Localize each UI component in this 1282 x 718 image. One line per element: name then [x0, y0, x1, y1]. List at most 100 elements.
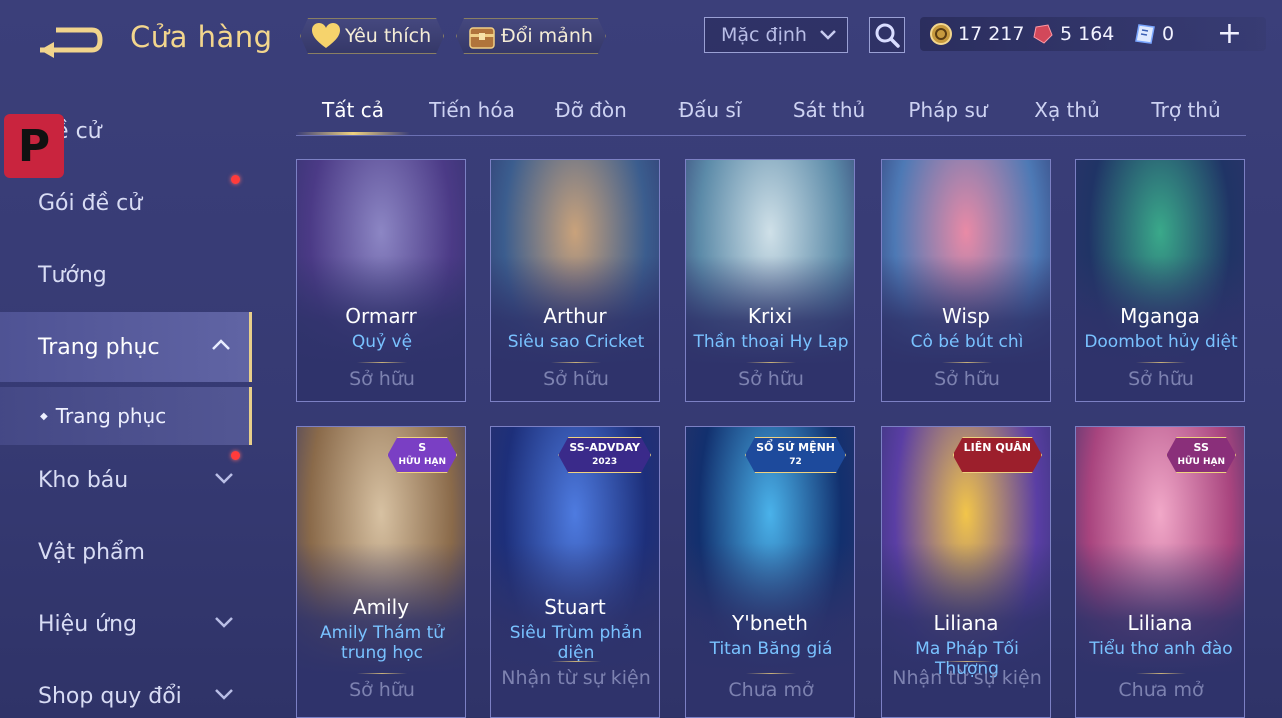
ownership-status: Sở hữu	[543, 368, 609, 390]
skin-tier-badge: SỔ SỨ MỆNH 72	[745, 437, 846, 473]
gold-currency: 17 217	[930, 17, 1024, 51]
hero-name: Liliana	[1127, 611, 1193, 635]
sidebar-subitem-label: Trang phục	[55, 404, 167, 428]
skin-tier-badge: S HỮU HẠN	[387, 437, 457, 473]
notification-dot	[231, 451, 240, 460]
tab-marksman[interactable]: Xạ thủ	[1034, 98, 1100, 122]
skin-name: Cô bé bút chì	[910, 332, 1024, 352]
tab-mage[interactable]: Pháp sư	[908, 98, 987, 122]
sidebar-item-recommended-packs[interactable]: Gói đề cử	[0, 168, 252, 238]
exchange-shards-button[interactable]: Đổi mảnh	[456, 18, 606, 54]
badge-bottom-text: HỮU HẠN	[398, 457, 446, 467]
badge-top-text: SS	[1193, 441, 1209, 454]
tab-evolution[interactable]: Tiến hóa	[429, 98, 515, 122]
hero-name: Y'bneth	[732, 611, 808, 635]
tab-assassin[interactable]: Sát thủ	[793, 98, 865, 122]
card-divider	[551, 362, 601, 363]
hero-name: Arthur	[543, 304, 607, 328]
skin-name: Quỷ vệ	[351, 332, 413, 352]
voucher-currency: 0	[1134, 17, 1174, 51]
badge-top-text: S	[418, 441, 427, 454]
currency-bar: 17 217 5 164 0 +	[920, 17, 1266, 51]
favorites-label: Yêu thích	[345, 25, 432, 47]
skin-card[interactable]: SS HỮU HẠN Liliana Tiểu thơ anh đào Chưa mở	[1075, 426, 1245, 718]
sidebar-item-label: Vật phẩm	[38, 539, 145, 565]
red-gem-currency: 5 164	[1032, 17, 1114, 51]
back-arrow-icon	[40, 27, 103, 58]
badge-top-text: SỔ SỨ MỆNH	[756, 441, 835, 454]
chevron-down-icon	[215, 473, 233, 484]
page-title: Cửa hàng	[130, 20, 273, 54]
tab-tank[interactable]: Đỡ đòn	[555, 98, 627, 122]
skin-card[interactable]: Arthur Siêu sao Cricket Sở hữu	[490, 159, 660, 402]
card-divider	[942, 362, 992, 363]
category-tabs: Tất cả Tiến hóa Đỡ đòn Đấu sĩ Sát thủ Ph…	[296, 88, 1246, 136]
skin-card[interactable]: SS-ADVDAY 2023 Stuart Siêu Trùm phản diện Nh…	[490, 426, 660, 718]
sidebar-item-label: Tướng	[38, 262, 107, 288]
ownership-status: Chưa mở	[1118, 679, 1204, 701]
gold-amount: 17 217	[958, 23, 1025, 45]
card-divider	[746, 673, 796, 674]
active-tab-underline	[296, 132, 410, 135]
sidebar-item-heroes[interactable]: Tướng	[0, 240, 252, 310]
skin-tier-badge: SS HỮU HẠN	[1166, 437, 1236, 473]
badge-bottom-text: 72	[789, 457, 802, 467]
heart-icon	[311, 22, 341, 50]
favorites-button[interactable]: Yêu thích	[300, 18, 444, 54]
exchange-label: Đổi mảnh	[501, 25, 593, 47]
skin-name: Amily Thám tử trung học	[319, 623, 445, 663]
sort-dropdown[interactable]: Mặc định	[704, 17, 848, 53]
hero-name: Stuart	[544, 595, 606, 619]
chevron-down-icon	[215, 617, 233, 628]
badge-bottom-text: 2023	[592, 457, 618, 467]
sidebar-item-treasure[interactable]: Kho báu	[0, 445, 252, 515]
skin-card[interactable]: S HỮU HẠN Amily Amily Thám tử trung học Sở h…	[296, 426, 466, 718]
sidebar-subitem-skins[interactable]: ◆ Trang phục	[0, 387, 252, 445]
sidebar-item-items[interactable]: Vật phẩm	[0, 517, 252, 587]
back-button[interactable]	[34, 20, 106, 60]
sort-selected: Mặc định	[721, 24, 807, 46]
add-currency-button[interactable]: +	[1217, 19, 1242, 49]
sidebar: Đề cử Gói đề cử Tướng Trang phục ◆ Trang…	[0, 96, 252, 718]
skin-card[interactable]: Krixi Thần thoại Hy Lạp Sở hữu	[685, 159, 855, 402]
tab-all[interactable]: Tất cả	[322, 98, 384, 122]
voucher-icon	[1135, 24, 1155, 44]
chevron-down-icon	[820, 30, 836, 40]
sidebar-item-label: Trang phục	[38, 334, 160, 360]
skin-tier-badge: SS-ADVDAY 2023	[558, 437, 651, 473]
ownership-status: Chưa mở	[728, 679, 814, 701]
tab-fighter[interactable]: Đấu sĩ	[679, 98, 742, 122]
skin-tier-badge: LIÊN QUÂN	[953, 437, 1042, 473]
skin-card[interactable]: SỔ SỨ MỆNH 72 Y'bneth Titan Băng giá Chưa mở	[685, 426, 855, 718]
sidebar-item-effects[interactable]: Hiệu ứng	[0, 589, 252, 659]
hero-name: Ormarr	[345, 304, 417, 328]
skin-card[interactable]: LIÊN QUÂN Liliana Ma Pháp Tối Thượng Nhận t…	[881, 426, 1051, 718]
skin-card[interactable]: Ormarr Quỷ vệ Sở hữu	[296, 159, 466, 402]
hero-name: Wisp	[941, 304, 990, 328]
voucher-amount: 0	[1162, 23, 1175, 45]
badge-top-text: LIÊN QUÂN	[963, 441, 1031, 454]
ownership-status: Sở hữu	[738, 368, 804, 390]
skin-name: Doombot hủy diệt	[1084, 332, 1238, 352]
ownership-status: Nhận từ sự kiện	[892, 667, 1042, 689]
sidebar-item-skins[interactable]: Trang phục	[0, 312, 252, 382]
card-divider	[746, 362, 796, 363]
ownership-status: Sở hữu	[934, 368, 1000, 390]
gem-amount: 5 164	[1060, 23, 1115, 45]
ownership-status: Nhận từ sự kiện	[501, 667, 651, 689]
sidebar-item-label: Shop quy đổi	[38, 683, 182, 709]
notification-dot	[231, 175, 240, 184]
search-button[interactable]	[869, 17, 905, 53]
hero-name: Mganga	[1120, 304, 1200, 328]
sidebar-item-exchange-shop[interactable]: Shop quy đổi	[0, 661, 252, 718]
skin-card[interactable]: Wisp Cô bé bút chì Sở hữu	[881, 159, 1051, 402]
ownership-status: Sở hữu	[1128, 368, 1194, 390]
hero-name: Amily	[352, 595, 410, 619]
badge-bottom-text: HỮU HẠN	[1177, 457, 1225, 467]
skin-name: Siêu Trùm phản diện	[509, 623, 643, 663]
overlay-logo-letter: P	[17, 120, 51, 172]
card-divider	[357, 362, 407, 363]
tab-support[interactable]: Trợ thủ	[1151, 98, 1220, 122]
skin-card[interactable]: Mganga Doombot hủy diệt Sở hữu	[1075, 159, 1245, 402]
skin-name: Siêu sao Cricket	[507, 332, 645, 352]
